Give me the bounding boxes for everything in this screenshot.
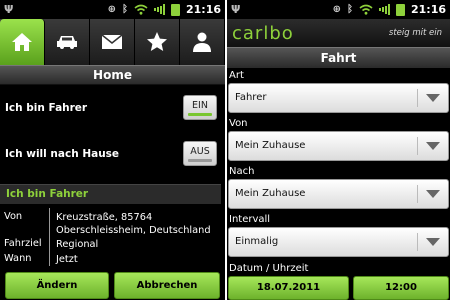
app-header: carlbo steig mit ein — [227, 19, 450, 47]
status-time: 21:16 — [185, 3, 221, 16]
wifi-icon — [134, 4, 148, 15]
driver-toggle[interactable]: EIN — [183, 95, 217, 120]
status-bar: Ψ ⊕ ᛒ 21:16 — [227, 0, 450, 19]
bluetooth-icon: ᛒ — [121, 4, 128, 15]
tab-rides[interactable] — [45, 19, 90, 65]
driver-section-header: Ich bin Fahrer — [0, 184, 221, 204]
info-key-when: Wann — [4, 253, 32, 264]
from-select[interactable]: Mein Zuhause — [228, 131, 449, 161]
from-label: Von — [229, 118, 248, 129]
info-key-from: Von — [4, 211, 23, 222]
cancel-button[interactable]: Abbrechen — [114, 272, 220, 299]
status-time: 21:16 — [410, 3, 446, 16]
status-bar: Ψ ⊕ ᛒ 21:16 — [0, 0, 225, 19]
home-icon — [12, 33, 32, 51]
datetime-label: Datum / Uhrzeit — [229, 263, 309, 274]
interval-select-value: Einmalig — [235, 236, 279, 247]
driver-toggle-label: Ich bin Fahrer — [5, 102, 88, 114]
gps-icon: ⊕ — [107, 4, 116, 15]
tab-home[interactable] — [0, 19, 45, 65]
signal-icon — [378, 4, 390, 15]
driver-toggle-text: EIN — [192, 100, 208, 111]
to-label: Nach — [229, 166, 255, 177]
star-icon — [147, 32, 167, 51]
interval-select[interactable]: Einmalig — [228, 227, 449, 257]
gps-icon: ⊕ — [332, 4, 341, 15]
battery-icon — [395, 3, 405, 16]
page-title: Fahrt — [227, 47, 450, 68]
app-slogan: steig mit ein — [388, 28, 442, 38]
edit-button[interactable]: Ändern — [5, 272, 109, 299]
info-value-when: Jetzt — [56, 254, 78, 265]
to-select-value: Mein Zuhause — [235, 188, 306, 199]
app-logo: carlbo — [232, 22, 294, 44]
info-divider — [49, 208, 50, 266]
usb-icon: Ψ — [231, 3, 241, 16]
type-select-value: Fahrer — [235, 92, 267, 103]
time-button[interactable]: 12:00 — [353, 276, 449, 300]
car-icon — [57, 36, 77, 49]
interval-label: Intervall — [229, 214, 271, 225]
bluetooth-icon: ᛒ — [346, 4, 353, 15]
signal-icon — [153, 4, 165, 15]
home-toggle-text: AUS — [190, 146, 210, 157]
from-select-value: Mein Zuhause — [235, 140, 306, 151]
dropdown-arrow-icon — [426, 190, 440, 198]
battery-icon — [170, 3, 180, 16]
type-label: Art — [229, 70, 244, 81]
date-button[interactable]: 18.07.2011 — [228, 276, 349, 300]
user-icon — [193, 32, 211, 52]
home-toggle-label: Ich will nach Hause — [5, 148, 120, 160]
type-select[interactable]: Fahrer — [228, 83, 449, 113]
tab-favorites[interactable] — [135, 19, 180, 65]
mail-icon — [101, 34, 123, 49]
ride-screen: Ψ ⊕ ᛒ 21:16 carlbo steig mit ein Fahrt A… — [225, 0, 450, 300]
home-screen: Ψ ⊕ ᛒ 21:16 Home Ich bin Fahrer EIN Ich … — [0, 0, 225, 300]
usb-icon: Ψ — [4, 3, 14, 16]
info-value-destination: Regional — [56, 239, 99, 250]
to-select[interactable]: Mein Zuhause — [228, 179, 449, 209]
wifi-icon — [359, 4, 373, 15]
dropdown-arrow-icon — [426, 238, 440, 246]
tab-profile[interactable] — [180, 19, 225, 65]
page-title: Home — [0, 65, 225, 85]
home-toggle[interactable]: AUS — [183, 141, 217, 166]
info-key-destination: Fahrziel — [4, 238, 42, 249]
main-tabbar — [0, 19, 225, 65]
info-value-from: Kreuzstraße, 85764 Oberschleissheim, Deu… — [56, 212, 211, 236]
tab-messages[interactable] — [90, 19, 135, 65]
dropdown-arrow-icon — [426, 94, 440, 102]
dropdown-arrow-icon — [426, 142, 440, 150]
